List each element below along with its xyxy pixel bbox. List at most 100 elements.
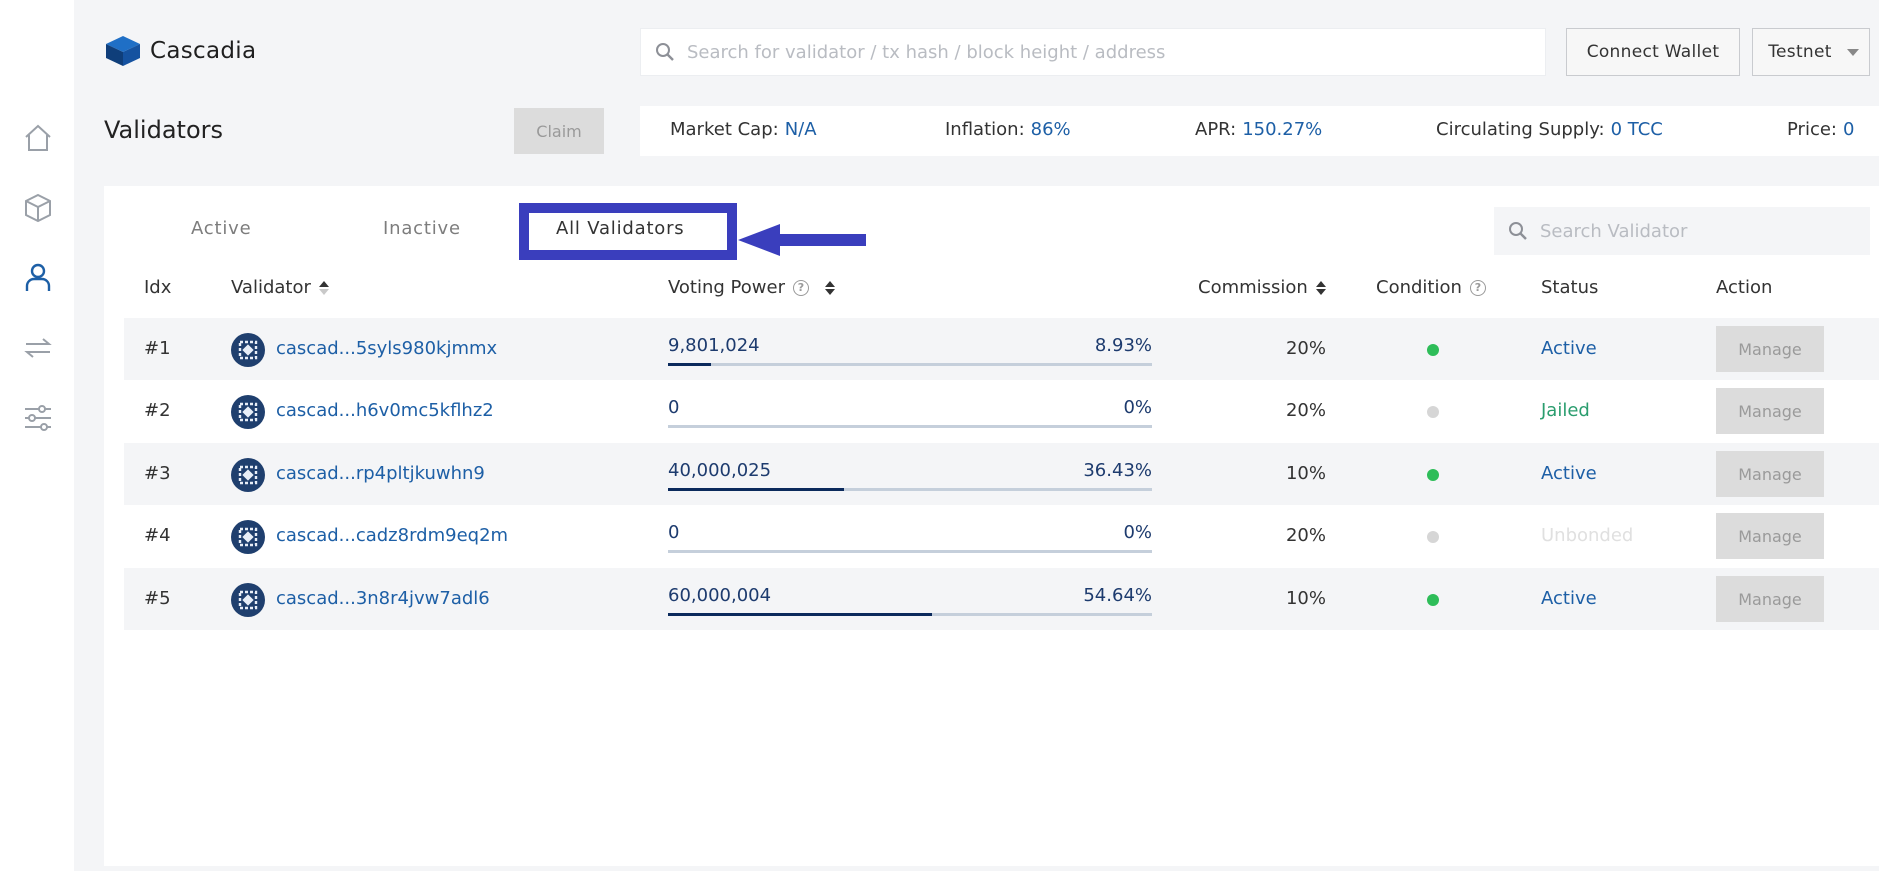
connect-wallet-button[interactable]: Connect Wallet bbox=[1566, 28, 1740, 76]
validators-icon[interactable] bbox=[20, 260, 56, 296]
page-title: Validators bbox=[104, 116, 224, 144]
column-condition: Condition ? bbox=[1376, 277, 1486, 298]
voting-power-bar-fill bbox=[668, 363, 712, 366]
row-idx: #4 bbox=[144, 525, 171, 546]
condition-dot bbox=[1427, 469, 1439, 481]
voting-power: 0 0% bbox=[668, 522, 1152, 553]
global-search-input[interactable] bbox=[687, 41, 1527, 63]
column-voting-power[interactable]: Voting Power ? bbox=[668, 277, 835, 298]
commission-value: 10% bbox=[1285, 463, 1326, 484]
blocks-icon[interactable] bbox=[20, 190, 56, 226]
commission-value: 20% bbox=[1285, 338, 1326, 359]
manage-button[interactable]: Manage bbox=[1716, 388, 1824, 434]
params-icon[interactable] bbox=[20, 400, 56, 436]
condition-dot bbox=[1427, 344, 1439, 356]
voting-power-bar bbox=[668, 425, 1152, 428]
voting-power: 60,000,004 54.64% bbox=[668, 585, 1152, 616]
manage-button[interactable]: Manage bbox=[1716, 326, 1824, 372]
inflation-stat: Inflation: 86% bbox=[945, 119, 1071, 140]
network-select[interactable]: Testnet bbox=[1752, 28, 1870, 76]
validator-avatar-icon bbox=[231, 458, 265, 492]
voting-power-bar bbox=[668, 488, 1152, 491]
condition-dot bbox=[1427, 406, 1439, 418]
column-action: Action bbox=[1716, 277, 1773, 298]
table-row: #1 cascad...5syls980kjmmx 9,801,024 8.93% 20… bbox=[124, 318, 1879, 380]
circulating-supply-stat: Circulating Supply: 0 TCC bbox=[1436, 119, 1663, 140]
search-icon bbox=[656, 43, 674, 61]
voting-power-value: 0 bbox=[668, 397, 680, 418]
voting-power-bar-fill bbox=[668, 488, 845, 491]
home-icon[interactable] bbox=[20, 120, 56, 156]
stats-bar: Market Cap: N/A Inflation: 86% APR: 150.27%… bbox=[640, 106, 1879, 156]
manage-button[interactable]: Manage bbox=[1716, 513, 1824, 559]
validator-link[interactable]: cascad...3n8r4jvw7adl6 bbox=[276, 588, 490, 609]
market-cap-stat: Market Cap: N/A bbox=[670, 119, 817, 140]
voting-power-value: 9,801,024 bbox=[668, 335, 760, 356]
row-idx: #2 bbox=[144, 400, 171, 421]
column-commission[interactable]: Commission bbox=[1198, 277, 1326, 298]
voting-power-bar bbox=[668, 613, 1152, 616]
validator-avatar-icon bbox=[231, 520, 265, 554]
validator-link[interactable]: cascad...rp4pltjkuwhn9 bbox=[276, 463, 485, 484]
column-validator[interactable]: Validator bbox=[231, 277, 329, 298]
validator-link[interactable]: cascad...cadz8rdm9eq2m bbox=[276, 525, 508, 546]
annotation-arrow-icon bbox=[738, 224, 866, 256]
voting-power-bar-fill bbox=[668, 613, 933, 616]
status-badge: Active bbox=[1541, 588, 1597, 609]
voting-power-percent: 54.64% bbox=[1083, 585, 1152, 606]
row-idx: #3 bbox=[144, 463, 171, 484]
status-badge: Unbonded bbox=[1541, 525, 1634, 546]
price-stat: Price: 0 bbox=[1787, 119, 1855, 140]
status-badge: Jailed bbox=[1541, 400, 1590, 421]
status-badge: Active bbox=[1541, 463, 1597, 484]
commission-value: 10% bbox=[1285, 588, 1326, 609]
column-status: Status bbox=[1541, 277, 1599, 298]
voting-power: 9,801,024 8.93% bbox=[668, 335, 1152, 366]
help-icon[interactable]: ? bbox=[1469, 279, 1486, 296]
app-name: Cascadia bbox=[150, 38, 257, 64]
tab-inactive[interactable]: Inactive bbox=[383, 218, 461, 239]
tab-active[interactable]: Active bbox=[191, 218, 251, 239]
transactions-icon[interactable] bbox=[20, 330, 56, 366]
highlight-box bbox=[519, 203, 737, 260]
table-row: #5 cascad...3n8r4jvw7adl6 60,000,004 54.64%… bbox=[124, 568, 1879, 630]
claim-button[interactable]: Claim bbox=[514, 108, 604, 154]
validator-search[interactable] bbox=[1494, 207, 1870, 255]
row-idx: #5 bbox=[144, 588, 171, 609]
commission-value: 20% bbox=[1285, 400, 1326, 421]
voting-power-bar bbox=[668, 550, 1152, 553]
sort-icon[interactable] bbox=[1315, 280, 1326, 295]
table-row: #2 cascad...h6v0mc5kflhz2 0 0% 20% Jailed Mana… bbox=[124, 380, 1879, 442]
search-icon bbox=[1509, 222, 1527, 240]
voting-power-value: 40,000,025 bbox=[668, 460, 772, 481]
table-row: #3 cascad...rp4pltjkuwhn9 40,000,025 36.43%… bbox=[124, 443, 1879, 505]
validator-link[interactable]: cascad...5syls980kjmmx bbox=[276, 338, 497, 359]
sort-icon[interactable] bbox=[824, 280, 835, 295]
voting-power-value: 60,000,004 bbox=[668, 585, 772, 606]
validator-avatar-icon bbox=[231, 395, 265, 429]
validator-search-input[interactable] bbox=[1540, 220, 1860, 242]
voting-power-bar bbox=[668, 363, 1152, 366]
voting-power-value: 0 bbox=[668, 522, 680, 543]
table-row: #4 cascad...cadz8rdm9eq2m 0 0% 20% Unbonded Ma… bbox=[124, 505, 1879, 567]
condition-dot bbox=[1427, 594, 1439, 606]
app-logo[interactable]: Cascadia bbox=[104, 34, 256, 68]
voting-power-percent: 0% bbox=[1123, 397, 1152, 418]
apr-stat: APR: 150.27% bbox=[1195, 119, 1323, 140]
chevron-down-icon bbox=[1847, 49, 1859, 56]
global-search[interactable] bbox=[640, 28, 1546, 76]
network-label: Testnet bbox=[1768, 42, 1832, 62]
help-icon[interactable]: ? bbox=[792, 279, 809, 296]
validator-avatar-icon bbox=[231, 333, 265, 367]
manage-button[interactable]: Manage bbox=[1716, 576, 1824, 622]
side-nav bbox=[0, 0, 74, 871]
manage-button[interactable]: Manage bbox=[1716, 451, 1824, 497]
cascadia-logo-icon bbox=[106, 36, 140, 66]
column-idx: Idx bbox=[144, 277, 172, 298]
row-idx: #1 bbox=[144, 338, 171, 359]
status-badge: Active bbox=[1541, 338, 1597, 359]
voting-power-percent: 8.93% bbox=[1094, 335, 1152, 356]
commission-value: 20% bbox=[1285, 525, 1326, 546]
validator-link[interactable]: cascad...h6v0mc5kflhz2 bbox=[276, 400, 494, 421]
sort-icon[interactable] bbox=[318, 280, 329, 295]
